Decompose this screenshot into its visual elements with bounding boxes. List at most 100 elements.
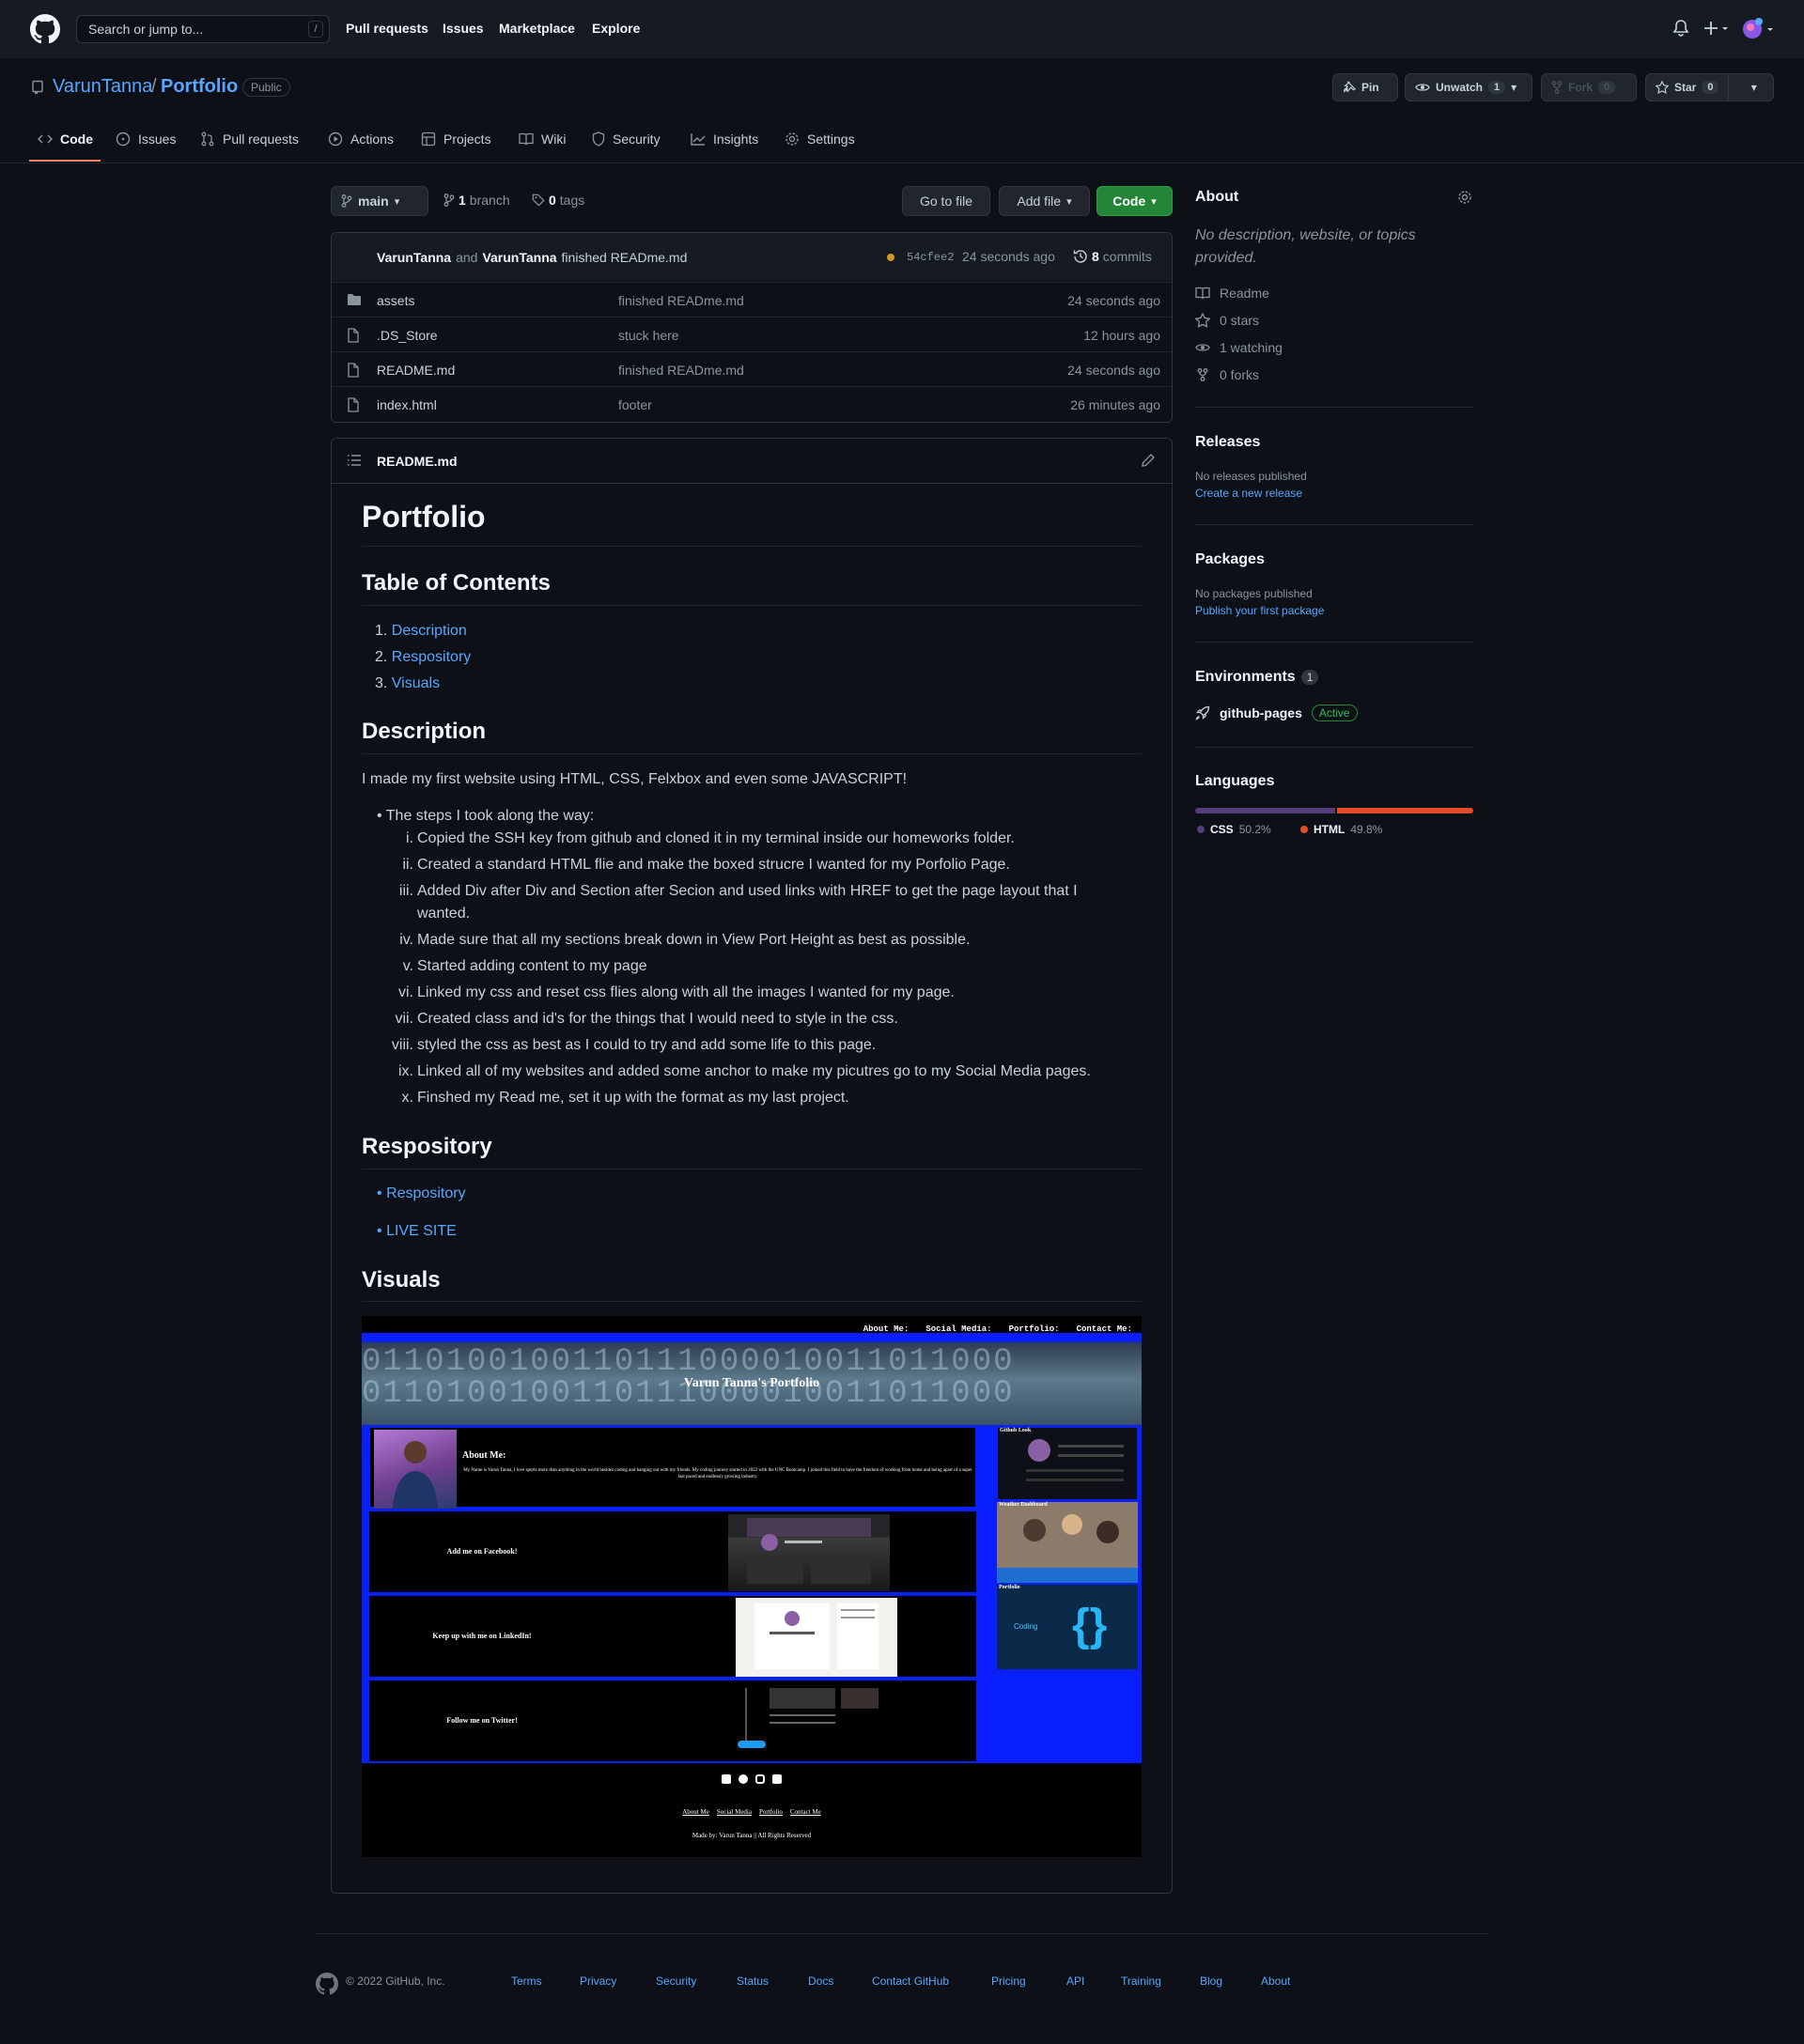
footer-link-about[interactable]: About [1261, 1974, 1290, 1988]
github-logo-icon[interactable] [30, 14, 60, 44]
fork-button[interactable]: Fork 0 [1541, 73, 1637, 101]
tab-pull-requests[interactable]: Pull requests [200, 132, 299, 147]
tab-security[interactable]: Security [592, 132, 661, 147]
tab-settings[interactable]: Settings [785, 132, 855, 147]
file-row[interactable]: assets finished READme.md 24 seconds ago [332, 282, 1172, 317]
live-site-link[interactable]: LIVE SITE [386, 1223, 457, 1239]
code-button[interactable]: Code ▾ [1096, 186, 1173, 216]
file-name[interactable]: .DS_Store [377, 328, 438, 343]
environments-heading[interactable]: Environments [1195, 669, 1296, 686]
publish-package-link[interactable]: Publish your first package [1195, 604, 1473, 617]
nav-marketplace[interactable]: Marketplace [499, 21, 575, 36]
preview-footer-link[interactable]: Contact Me [790, 1808, 821, 1816]
branches-link[interactable]: 1 branch [443, 193, 510, 208]
footer-link-status[interactable]: Status [737, 1974, 769, 1988]
file-row[interactable]: .DS_Store stuck here 12 hours ago [332, 317, 1172, 351]
pencil-icon[interactable] [1141, 453, 1156, 468]
nav-explore[interactable]: Explore [592, 21, 640, 36]
toc-link-respository[interactable]: Respository [392, 649, 471, 665]
nav-issues[interactable]: Issues [443, 21, 484, 36]
nav-pull-requests[interactable]: Pull requests [346, 21, 428, 36]
gear-icon[interactable] [1457, 190, 1472, 205]
commit-author-2[interactable]: VarunTanna [482, 250, 556, 265]
commit-status-dot[interactable] [887, 254, 894, 261]
toc-link-description[interactable]: Description [392, 623, 467, 639]
footer-link-api[interactable]: API [1066, 1974, 1084, 1988]
file-name[interactable]: index.html [377, 397, 437, 412]
footer-link-training[interactable]: Training [1121, 1974, 1161, 1988]
releases-heading[interactable]: Releases [1195, 434, 1473, 451]
file-commit-message[interactable]: stuck here [618, 328, 679, 343]
footer-link-security[interactable]: Security [656, 1974, 696, 1988]
preview-footer-link[interactable]: Social Media [717, 1808, 752, 1816]
footer-link-privacy[interactable]: Privacy [580, 1974, 616, 1988]
about-stars[interactable]: 0 stars [1195, 313, 1259, 328]
tab-pull-requests-label: Pull requests [223, 132, 299, 147]
footer-link-docs[interactable]: Docs [808, 1974, 833, 1988]
linkedin-icon[interactable] [772, 1774, 782, 1784]
toc-item: 3. Visuals [375, 675, 441, 691]
branch-select[interactable]: main ▾ [331, 186, 428, 216]
sidebar-divider [1195, 747, 1473, 748]
file-row[interactable]: index.html footer 26 minutes ago [332, 386, 1172, 421]
packages-heading[interactable]: Packages [1195, 551, 1473, 568]
language-bar-html[interactable] [1336, 808, 1473, 813]
avatar-icon[interactable] [1742, 17, 1776, 41]
preview-footer-link[interactable]: Portfolio [759, 1808, 783, 1816]
footer-link-terms[interactable]: Terms [511, 1974, 542, 1988]
file-commit-message[interactable]: footer [618, 397, 652, 412]
footer-link-blog[interactable]: Blog [1200, 1974, 1222, 1988]
star-button[interactable]: Star 0 [1646, 74, 1730, 101]
footer-link-pricing[interactable]: Pricing [991, 1974, 1026, 1988]
add-file-button[interactable]: Add file ▾ [999, 186, 1090, 216]
commit-sha[interactable]: 54cfee2 [907, 251, 954, 264]
facebook-icon[interactable] [722, 1774, 731, 1784]
tab-wiki[interactable]: Wiki [519, 132, 566, 147]
bell-icon[interactable] [1672, 19, 1689, 38]
tab-insights[interactable]: Insights [691, 132, 758, 147]
star-dropdown-icon[interactable]: ▾ [1734, 81, 1773, 94]
file-name[interactable]: assets [377, 293, 414, 308]
plus-dropdown-icon[interactable] [1703, 20, 1730, 37]
file-name[interactable]: README.md [377, 363, 455, 378]
list-icon[interactable] [347, 454, 362, 467]
language-legend-css[interactable]: CSS 50.2% [1197, 823, 1271, 836]
commit-message[interactable]: finished READme.md [562, 250, 688, 265]
twitter-icon[interactable] [739, 1774, 748, 1784]
tab-issues[interactable]: Issues [116, 132, 176, 147]
instagram-icon[interactable] [755, 1774, 765, 1784]
go-to-file-button[interactable]: Go to file [902, 186, 990, 216]
search-input[interactable]: Search or jump to... / [76, 15, 330, 43]
environment-item[interactable]: github-pages Active [1195, 705, 1473, 721]
github-mark-icon[interactable] [316, 1973, 338, 1995]
about-forks[interactable]: 0 forks [1195, 367, 1259, 382]
create-release-link[interactable]: Create a new release [1195, 487, 1473, 500]
commit-author-1[interactable]: VarunTanna [377, 250, 451, 265]
add-file-label: Add file [1017, 194, 1062, 209]
unwatch-button[interactable]: Unwatch 1 ▾ [1405, 73, 1532, 101]
star-button-group: Star 0 ▾ [1645, 73, 1774, 101]
language-bar-css[interactable] [1195, 808, 1335, 813]
file-commit-message[interactable]: finished READme.md [618, 363, 744, 378]
repo-name-link[interactable]: Portfolio [161, 76, 238, 98]
step-item: ix. Linked all of my websites and added s… [361, 1063, 1141, 1080]
about-watching[interactable]: 1 watching [1195, 340, 1283, 355]
footer-link-contact[interactable]: Contact GitHub [872, 1974, 949, 1988]
tags-link[interactable]: 0 tags [532, 193, 584, 208]
preview-footer-link[interactable]: About Me [682, 1808, 709, 1816]
file-row[interactable]: README.md finished READme.md 24 seconds … [332, 351, 1172, 386]
commits-link[interactable]: 8 commits [1073, 249, 1152, 264]
about-readme[interactable]: Readme [1195, 286, 1269, 301]
pin-button[interactable]: Pin [1332, 73, 1398, 101]
tab-actions[interactable]: Actions [328, 132, 394, 147]
repo-owner-link[interactable]: VarunTanna [53, 76, 152, 98]
respository-link[interactable]: Respository [386, 1185, 465, 1201]
tab-code[interactable]: Code [38, 132, 93, 147]
tab-projects[interactable]: Projects [421, 132, 491, 147]
language-legend-html[interactable]: HTML 49.8% [1300, 823, 1382, 836]
file-commit-message[interactable]: finished READme.md [618, 293, 744, 308]
toc-link-visuals[interactable]: Visuals [392, 675, 440, 691]
portfolio-screenshot[interactable]: About Me: Social Media: Portfolio: Conta… [362, 1316, 1142, 1857]
readme-filename[interactable]: README.md [377, 454, 458, 469]
language-bar [1195, 808, 1473, 813]
